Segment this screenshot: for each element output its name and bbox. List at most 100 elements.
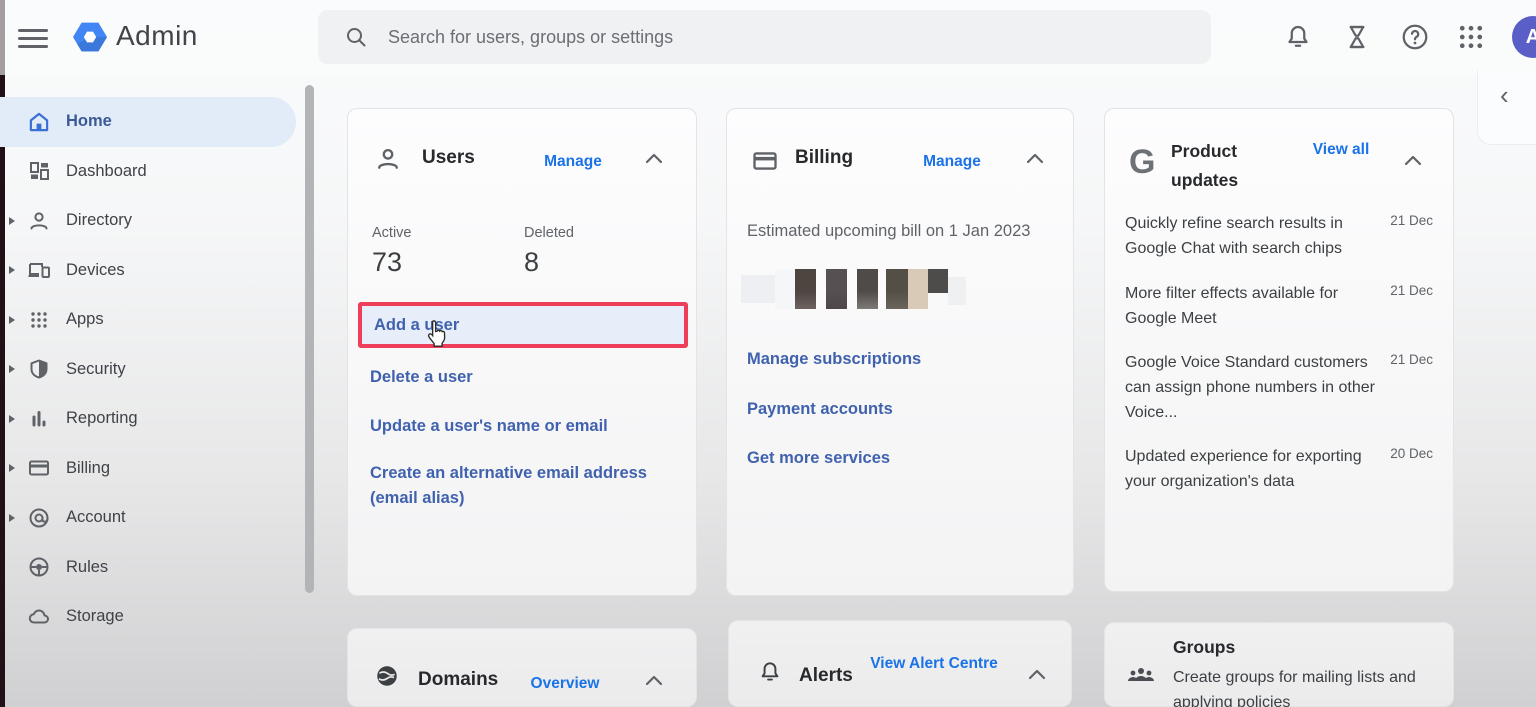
google-admin-logo-icon bbox=[66, 13, 114, 61]
expand-arrow-icon[interactable] bbox=[9, 514, 15, 522]
sidebar-item-reporting[interactable]: Reporting bbox=[0, 394, 318, 444]
home-icon bbox=[26, 109, 52, 135]
sidebar-item-dashboard[interactable]: Dashboard bbox=[0, 147, 318, 197]
person-icon bbox=[26, 208, 52, 234]
product-update-item[interactable]: Updated experience for exporting your or… bbox=[1125, 444, 1433, 494]
sidebar-item-rules[interactable]: Rules bbox=[0, 543, 318, 593]
sidebar-item-label: Reporting bbox=[66, 409, 138, 428]
credit-card-icon bbox=[751, 147, 779, 175]
sidebar-item-label: Directory bbox=[66, 211, 132, 230]
tasks-hourglass-icon[interactable] bbox=[1342, 22, 1372, 52]
users-card: Users Manage Active 73 Deleted 8 Add a u… bbox=[347, 108, 697, 596]
domains-overview-link[interactable]: Overview bbox=[510, 671, 620, 696]
sidebar-item-directory[interactable]: Directory bbox=[0, 196, 318, 246]
cloud-icon bbox=[26, 604, 52, 630]
add-user-label: Add a user bbox=[374, 316, 459, 335]
collapse-chevron-icon[interactable] bbox=[1025, 151, 1045, 165]
expand-arrow-icon[interactable] bbox=[9, 415, 15, 423]
shield-icon bbox=[26, 356, 52, 382]
card-title: Users bbox=[422, 147, 475, 169]
sidebar-item-label: Rules bbox=[66, 558, 108, 577]
collapse-chevron-icon[interactable] bbox=[644, 673, 664, 687]
redacted-bill-amount bbox=[741, 269, 966, 309]
update-date: 21 Dec bbox=[1390, 211, 1433, 261]
sidebar-item-label: Devices bbox=[66, 261, 125, 280]
apps-grid-icon[interactable] bbox=[1456, 22, 1486, 52]
sidebar-nav: Home Dashboard Directory Devices bbox=[0, 97, 318, 642]
manage-users-link[interactable]: Manage bbox=[518, 149, 628, 174]
create-alias-link[interactable]: Create an alternative email address (ema… bbox=[370, 461, 670, 511]
sidebar-item-home[interactable]: Home bbox=[0, 97, 296, 147]
payment-accounts-link[interactable]: Payment accounts bbox=[747, 397, 893, 422]
search-icon bbox=[344, 25, 368, 49]
manage-subscriptions-link[interactable]: Manage subscriptions bbox=[747, 347, 921, 372]
expand-arrow-icon[interactable] bbox=[9, 316, 15, 324]
card-title: Groups bbox=[1173, 637, 1235, 658]
sidebar-item-label: Billing bbox=[66, 459, 110, 478]
search-input[interactable] bbox=[386, 26, 1211, 49]
help-icon[interactable] bbox=[1400, 22, 1430, 52]
sidebar-item-label: Dashboard bbox=[66, 162, 147, 181]
active-users-label: Active bbox=[372, 225, 412, 241]
product-update-item[interactable]: Google Voice Standard customers can assi… bbox=[1125, 350, 1433, 425]
deleted-users-label: Deleted bbox=[524, 225, 574, 241]
avatar[interactable]: A bbox=[1512, 16, 1536, 58]
globe-icon bbox=[374, 663, 400, 689]
view-all-link[interactable]: View all bbox=[1301, 137, 1381, 162]
expand-arrow-icon[interactable] bbox=[9, 464, 15, 472]
manage-billing-link[interactable]: Manage bbox=[897, 149, 1007, 174]
active-users-value: 73 bbox=[372, 247, 402, 278]
sidebar-scrollbar[interactable] bbox=[305, 85, 314, 593]
view-alert-centre-link[interactable]: View Alert Centre bbox=[869, 651, 999, 677]
expand-arrow-icon[interactable] bbox=[9, 365, 15, 373]
sidebar-item-apps[interactable]: Apps bbox=[0, 295, 318, 345]
sidebar-item-security[interactable]: Security bbox=[0, 345, 318, 395]
credit-card-icon bbox=[26, 455, 52, 481]
domains-card: Domains Overview bbox=[347, 628, 697, 707]
collapse-panel-button[interactable]: ‹ bbox=[1477, 70, 1536, 145]
product-updates-card: G Product updates View all Quickly refin… bbox=[1104, 108, 1454, 592]
collapse-chevron-icon[interactable] bbox=[1403, 153, 1423, 167]
expand-arrow-icon[interactable] bbox=[9, 266, 15, 274]
update-date: 20 Dec bbox=[1390, 444, 1433, 494]
update-date: 21 Dec bbox=[1390, 281, 1433, 331]
update-user-link[interactable]: Update a user's name or email bbox=[370, 414, 608, 439]
collapse-chevron-icon[interactable] bbox=[644, 151, 664, 165]
rules-wheel-icon bbox=[26, 554, 52, 580]
admin-console: Admin A bbox=[0, 0, 1536, 707]
sidebar-item-storage[interactable]: Storage bbox=[0, 592, 318, 642]
billing-estimate-text: Estimated upcoming bill on 1 Jan 2023 bbox=[747, 219, 1053, 244]
delete-user-link[interactable]: Delete a user bbox=[370, 365, 473, 390]
update-text: Google Voice Standard customers can assi… bbox=[1125, 350, 1375, 425]
chevron-left-icon: ‹ bbox=[1500, 80, 1509, 111]
product-update-item[interactable]: Quickly refine search results in Google … bbox=[1125, 211, 1433, 261]
google-g-icon: G bbox=[1129, 143, 1155, 182]
alerts-card: Alerts View Alert Centre bbox=[728, 620, 1072, 707]
search-bar[interactable] bbox=[318, 10, 1211, 64]
sidebar-item-devices[interactable]: Devices bbox=[0, 246, 318, 296]
update-date: 21 Dec bbox=[1390, 350, 1433, 425]
deleted-users-value: 8 bbox=[524, 247, 539, 278]
add-user-link[interactable]: Add a user bbox=[358, 302, 688, 348]
sidebar-item-label: Storage bbox=[66, 607, 124, 626]
brand-name: Admin bbox=[116, 20, 198, 52]
sidebar-item-label: Home bbox=[66, 112, 112, 131]
get-more-services-link[interactable]: Get more services bbox=[747, 446, 890, 471]
sidebar-item-account[interactable]: Account bbox=[0, 493, 318, 543]
dashboard-icon bbox=[26, 158, 52, 184]
update-text: Quickly refine search results in Google … bbox=[1125, 211, 1375, 261]
update-text: Updated experience for exporting your or… bbox=[1125, 444, 1375, 494]
expand-arrow-icon[interactable] bbox=[9, 217, 15, 225]
sidebar-item-billing[interactable]: Billing bbox=[0, 444, 318, 494]
card-title: Alerts bbox=[799, 665, 853, 687]
groups-description: Create groups for mailing lists and appl… bbox=[1173, 665, 1435, 707]
groups-card: Groups Create groups for mailing lists a… bbox=[1104, 622, 1454, 707]
billing-card: Billing Manage Estimated upcoming bill o… bbox=[726, 108, 1074, 596]
notifications-bell-icon[interactable] bbox=[1283, 22, 1313, 52]
product-update-item[interactable]: More filter effects available for Google… bbox=[1125, 281, 1433, 331]
bar-chart-icon bbox=[26, 406, 52, 432]
alerts-bell-icon bbox=[757, 659, 783, 685]
collapse-chevron-icon[interactable] bbox=[1027, 667, 1047, 681]
person-icon bbox=[374, 145, 402, 173]
menu-icon[interactable] bbox=[18, 24, 48, 50]
